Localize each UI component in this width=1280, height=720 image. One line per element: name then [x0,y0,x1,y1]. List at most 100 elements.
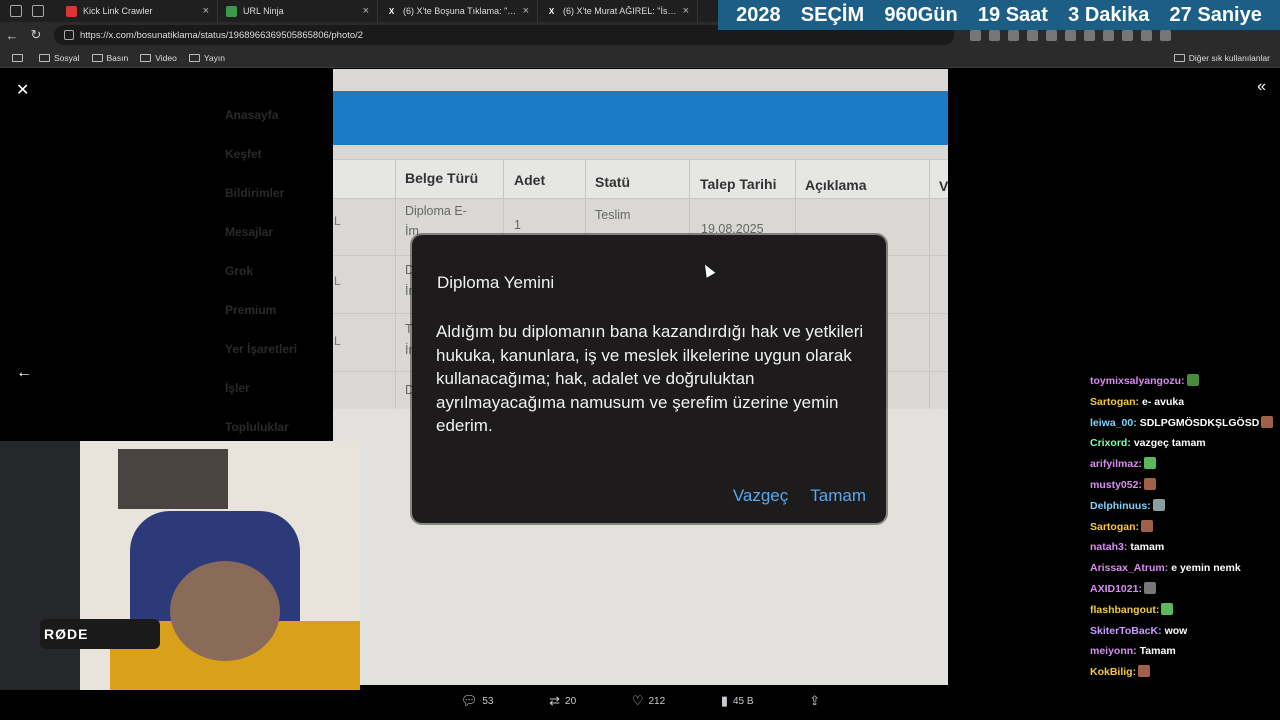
chat-emote-icon [1161,602,1174,615]
reply-icon: 💬︎ [460,693,478,708]
close-tab-icon[interactable]: × [523,5,529,17]
chat-message: natah3: tamam [1090,537,1276,558]
bookmark-folder-video[interactable]: Video [140,53,177,63]
bookmark-folder-sosyal[interactable]: Sosyal [39,53,80,63]
chat-username[interactable]: arifyilmaz: [1090,458,1142,470]
close-viewer-icon[interactable]: ✕ [16,80,29,100]
x-nav-item[interactable]: Bildirimler [225,186,335,225]
chat-emote-icon [1141,519,1154,532]
extension-icon[interactable] [1122,29,1133,41]
dialog-buttons: Vazgeç Tamam [733,486,866,506]
countdown-hours: 19 Saat [977,3,1048,26]
chat-message: Sartogan: e- avuka [1090,392,1276,413]
back-icon[interactable]: ← [0,28,24,43]
bookmark-folder-basin[interactable]: Basın [91,53,128,63]
x-nav-item[interactable]: İşler [225,381,335,420]
chat-username[interactable]: meiyonn: [1090,645,1137,657]
chat-text: wow [1164,624,1188,637]
bookmarks-menu-icon[interactable] [12,53,27,62]
share-button[interactable]: ⇪ [809,693,820,709]
chat-message: Arissax_Atrum: e yemin nemk [1090,558,1276,579]
chat-text: tamam [1130,541,1165,554]
diploma-oath-dialog: Diploma Yemini Aldığım bu diplomanın ban… [412,235,886,523]
chat-username[interactable]: Sartogan: [1090,521,1139,533]
x-nav-item[interactable]: Yer İşaretleri [225,342,335,381]
countdown-year: 2028 [736,3,781,26]
extension-icon[interactable] [1046,29,1057,41]
chat-username[interactable]: KokBilig: [1090,666,1136,678]
photo-col-header: Adet [514,172,546,188]
chat-username[interactable]: leiwa_00: [1090,417,1137,429]
chat-username[interactable]: musty052: [1090,479,1142,491]
reload-icon[interactable]: ↻ [24,27,48,43]
chat-username[interactable]: Delphinuus: [1090,500,1151,512]
like-button[interactable]: ♡ 212 [632,693,665,709]
reply-button[interactable]: 💬︎ 53 [461,693,494,709]
extension-icon[interactable] [1103,29,1114,41]
tab-x-murat-agirel[interactable]: X (6) X'te Murat AĞIREL: "İstanbul C × [538,0,698,22]
chat-username[interactable]: Arissax_Atrum: [1090,562,1168,574]
other-bookmarks[interactable]: Diğer sık kullanılanlar [1173,53,1270,63]
chat-username[interactable]: SkiterToBacK: [1090,625,1162,637]
tab-title: (6) X'te Boşuna Tıklama: "İstanbul [403,6,519,16]
extension-icon[interactable] [1065,29,1076,41]
chat-username[interactable]: Crixord: [1090,437,1131,449]
workspaces-icon[interactable] [32,5,44,17]
chat-text: e- avuka [1142,395,1185,408]
x-nav-item[interactable]: Keşfet [225,147,335,186]
x-nav-item[interactable]: Mesajlar [225,225,335,264]
profile-avatar-icon[interactable] [1141,29,1152,41]
photo-col-header: Statü [595,174,630,190]
chat-message: SkiterToBacK: wow [1090,621,1276,642]
extension-icon[interactable] [1084,29,1095,41]
photo-cell: L [334,214,341,228]
x-sidebar-dimmed: Anasayfa Keşfet Bildirimler Mesajlar Gro… [225,108,335,459]
chat-username[interactable]: Sartogan: [1090,396,1139,408]
window-controls [0,5,58,17]
x-photo-viewer: ✕ ← « Anasayfa Keşfet Bildirimler Mesajl… [0,68,1280,720]
chat-message: flashbangout: [1090,600,1276,621]
photo-cell: L [334,334,341,348]
chat-username[interactable]: AXID1021: [1090,583,1142,595]
collapse-sidebar-icon[interactable]: « [1257,78,1266,96]
photo-blue-header [333,91,948,145]
close-tab-icon[interactable]: × [203,5,209,17]
close-tab-icon[interactable]: × [683,5,689,17]
extension-icon[interactable] [970,29,981,41]
chat-username[interactable]: natah3: [1090,541,1127,553]
countdown-minutes: 3 Dakika [1068,3,1150,26]
tab-kick-link-crawler[interactable]: Kick Link Crawler × [58,0,218,22]
chat-message: Delphinuus: [1090,496,1276,517]
tab-url-ninja[interactable]: URL Ninja × [218,0,378,22]
chat-text: e yemin nemk [1171,562,1241,575]
ok-button[interactable]: Tamam [810,486,866,506]
repost-button[interactable]: ⇄ 20 [549,693,576,709]
x-nav-item[interactable]: Anasayfa [225,108,335,147]
repost-icon: ⇄ [549,693,561,708]
countdown-seconds: 27 Saniye [1169,3,1262,26]
photo-col-header: Talep Tarihi [700,176,777,192]
photo-cell: Teslim [595,208,631,222]
bookmark-folder-yayin[interactable]: Yayın [188,53,225,63]
tab-actions-icon[interactable] [10,5,22,17]
tab-x-bosuna-tiklama[interactable]: X (6) X'te Boşuna Tıklama: "İstanbul × [378,0,538,22]
menu-icon[interactable] [1160,29,1171,41]
close-tab-icon[interactable]: × [363,5,369,17]
chat-username[interactable]: flashbangout: [1090,604,1159,616]
chat-emote-icon [1261,415,1274,428]
x-nav-item[interactable]: Grok [225,264,335,303]
chat-message: Crixord: vazgeç tamam [1090,433,1276,454]
site-info-icon[interactable] [64,30,74,40]
folder-icon [140,53,152,62]
chat-message: meiyonn: Tamam [1090,641,1276,662]
ninja-favicon-icon [226,5,237,17]
extension-icon[interactable] [1008,29,1019,41]
views-button[interactable]: ▮ 45 B [721,693,754,709]
x-nav-item[interactable]: Premium [225,303,335,342]
chat-message: arifyilmaz: [1090,454,1276,475]
extension-icon[interactable] [989,29,1000,41]
extension-icon[interactable] [1027,29,1038,41]
cancel-button[interactable]: Vazgeç [733,486,788,506]
chat-username[interactable]: toymixsalyangozu: [1090,375,1185,387]
previous-photo-icon[interactable]: ← [16,364,32,382]
